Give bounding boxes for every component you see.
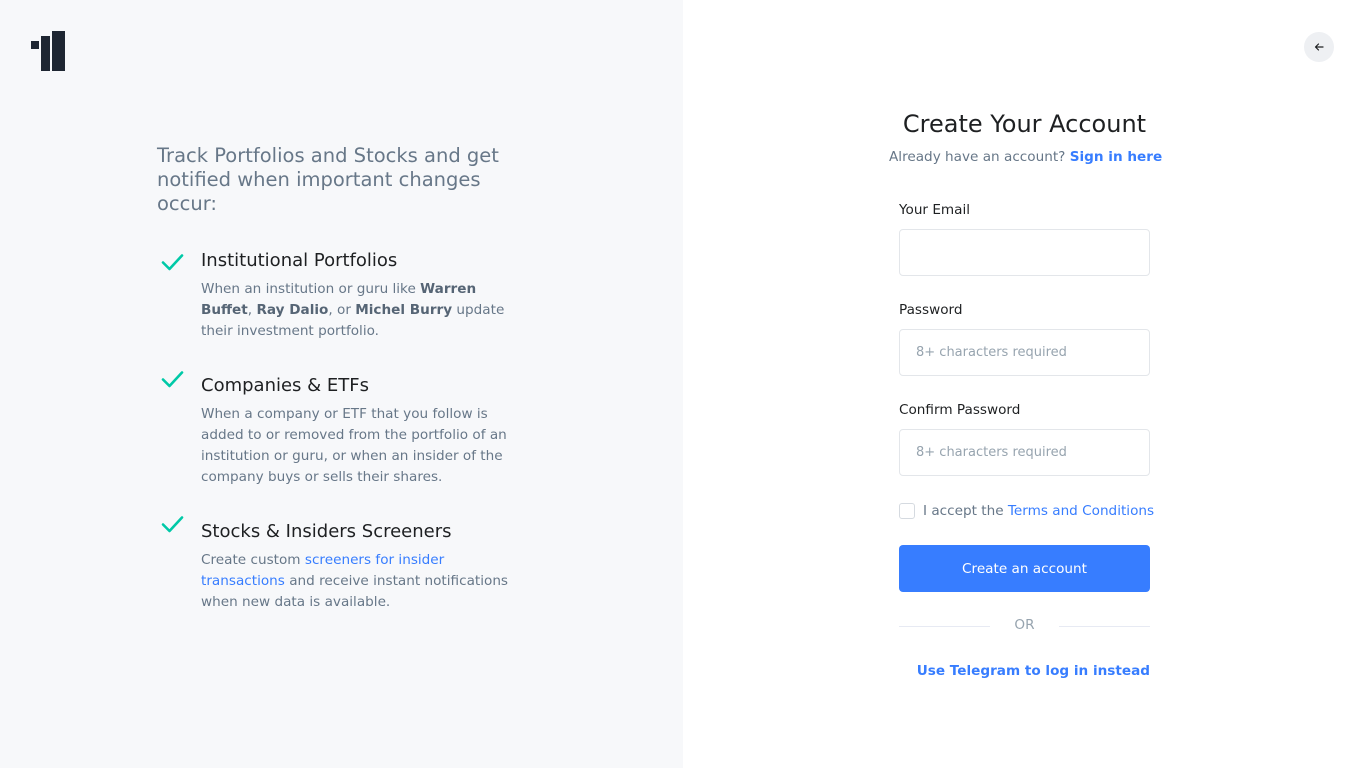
- feature-title: Companies & ETFs: [201, 375, 370, 396]
- page-title: Create Your Account: [902, 110, 1147, 138]
- password-label: Password: [899, 302, 963, 318]
- terms-row: I accept the Terms and Conditions: [899, 500, 1159, 522]
- create-account-button[interactable]: Create an account: [899, 545, 1150, 592]
- check-icon: [161, 254, 184, 271]
- check-icon: [161, 371, 184, 388]
- terms-text: I accept the Terms and Conditions: [923, 503, 1155, 519]
- feature-description: When a company or ETF that you follow is…: [201, 406, 507, 485]
- arrow-left-icon: [1314, 43, 1324, 51]
- or-divider: OR: [899, 615, 1150, 637]
- intro-heading: Track Portfolios and Stocks and get noti…: [157, 144, 499, 215]
- confirm-password-field[interactable]: [899, 429, 1150, 476]
- brand-logo-icon[interactable]: [31, 31, 65, 71]
- left-panel: Track Portfolios and Stocks and get noti…: [0, 0, 683, 768]
- feature-description: When an institution or guru like Warren …: [201, 281, 505, 339]
- confirm-password-label: Confirm Password: [899, 402, 1021, 418]
- terms-checkbox[interactable]: [899, 503, 915, 519]
- terms-link[interactable]: Terms and Conditions: [1008, 503, 1154, 519]
- telegram-login-link[interactable]: Use Telegram to log in instead: [917, 660, 1150, 682]
- email-label: Your Email: [899, 202, 971, 218]
- signin-prompt: Already have an account? Sign in here: [889, 149, 1163, 165]
- back-button[interactable]: [1304, 32, 1334, 62]
- password-field[interactable]: [899, 329, 1150, 376]
- feature-title: Stocks & Insiders Screeners: [201, 521, 452, 542]
- or-label: OR: [1014, 617, 1035, 633]
- email-field[interactable]: [899, 229, 1150, 276]
- check-icon: [161, 516, 184, 533]
- feature-description: Create custom screeners for insider tran…: [201, 552, 509, 610]
- feature-title: Institutional Portfolios: [201, 250, 398, 271]
- signin-link[interactable]: Sign in here: [1070, 149, 1162, 165]
